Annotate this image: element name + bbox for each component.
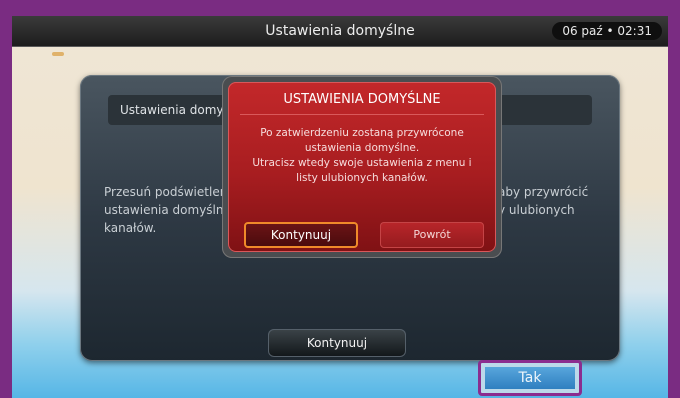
dialog-continue-button[interactable]: Kontynuuj: [244, 222, 358, 248]
panel-description-line: y ulubionych: [498, 203, 575, 217]
dialog-back-button[interactable]: Powrót: [380, 222, 484, 248]
screenshot-frame: Ustawienia domyślne 06 paź • 02:31 Ustaw…: [0, 0, 680, 398]
date-time-badge: 06 paź • 02:31: [552, 22, 662, 40]
panel-description-line: aby przywrócić: [498, 185, 589, 199]
decorative-mark: [52, 52, 64, 56]
dialog-message-line: listy ulubionych kanałów.: [296, 172, 428, 184]
confirm-dialog-frame: USTAWIENIA DOMYŚLNE Po zatwierdzeniu zos…: [222, 76, 502, 258]
continue-button[interactable]: Kontynuuj: [268, 329, 406, 357]
top-bar: Ustawienia domyślne 06 paź • 02:31: [12, 16, 668, 47]
dialog-message-line: Utracisz wtedy swoje ustawienia z menu i: [252, 157, 472, 169]
dialog-title: USTAWIENIA DOMYŚLNE: [283, 92, 441, 107]
dialog-message-line: ustawienia domyślne.: [304, 142, 420, 154]
yes-button-highlight: Tak: [478, 360, 582, 396]
yes-button[interactable]: Tak: [485, 367, 575, 389]
dialog-message-line: Po zatwierdzeniu zostaną przywrócone: [260, 127, 464, 139]
tv-screen: Ustawienia domyślne 06 paź • 02:31 Ustaw…: [12, 16, 668, 398]
panel-description-right: aby przywrócić y ulubionych: [498, 183, 608, 219]
dialog-divider: [240, 114, 484, 115]
dialog-message: Po zatwierdzeniu zostaną przywrócone ust…: [238, 126, 486, 186]
confirm-dialog: USTAWIENIA DOMYŚLNE Po zatwierdzeniu zos…: [228, 82, 496, 252]
